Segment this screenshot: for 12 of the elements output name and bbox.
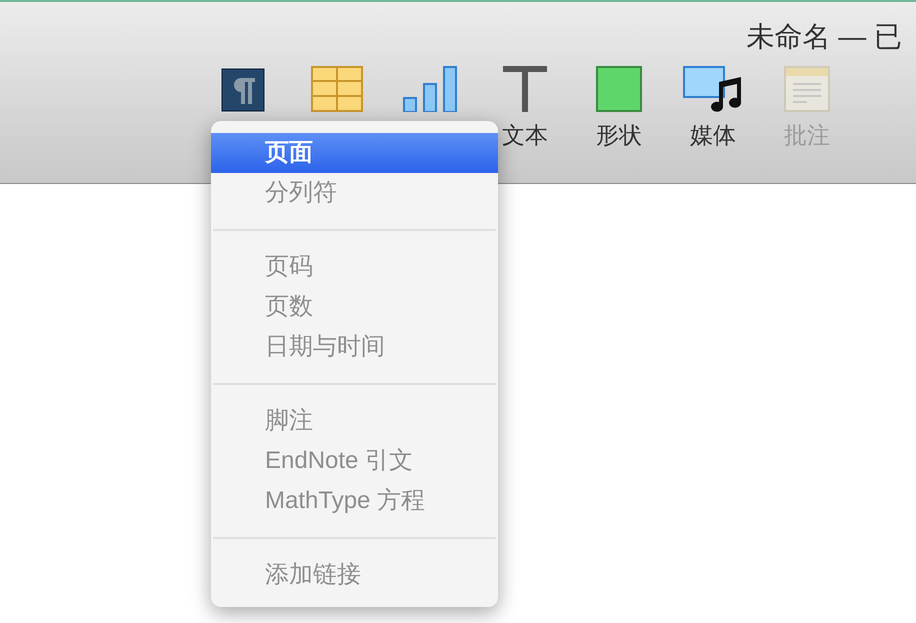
toolbar-button[interactable]: 媒体 bbox=[690, 120, 736, 150]
toolbar-button[interactable]: 形状 bbox=[596, 120, 642, 150]
menu-item[interactable]: 页面 bbox=[211, 133, 498, 173]
paragraph-icon bbox=[221, 68, 265, 112]
toolbar-button[interactable]: 文本 bbox=[502, 120, 548, 150]
square-icon bbox=[596, 66, 642, 112]
note-icon bbox=[784, 66, 830, 112]
text-icon bbox=[503, 66, 547, 112]
window-title: 未命名 — 已 bbox=[746, 20, 902, 54]
bar-chart-icon bbox=[403, 66, 459, 112]
media-icon bbox=[683, 66, 743, 112]
table-icon bbox=[311, 66, 363, 112]
